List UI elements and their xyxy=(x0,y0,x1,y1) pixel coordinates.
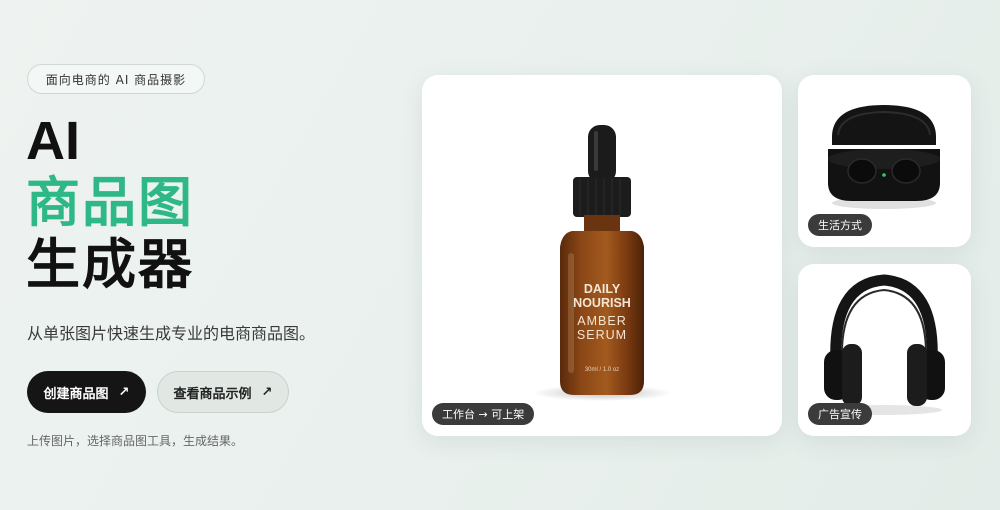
usage-hint: 上传图片，选择商品图工具，生成结果。 xyxy=(27,434,244,448)
bottle-label-daily: DAILY xyxy=(584,282,621,296)
hero-headline: AI 商品图 生成器 xyxy=(26,110,194,296)
create-button-label: 创建商品图 xyxy=(43,386,109,402)
headline-line-ai: AI xyxy=(26,111,80,171)
headline-line-generator: 生成器 xyxy=(26,233,194,296)
bottle-label-nourish: NOURISH xyxy=(573,296,631,310)
product-card-serum[interactable]: DAILY NOURISH AMBER SERUM 30ml / 1.0 oz … xyxy=(422,75,782,436)
lifestyle-badge: 生活方式 xyxy=(808,214,872,236)
hero-subtitle: 从单张图片快速生成专业的电商商品图。 xyxy=(27,324,316,343)
view-examples-label: 查看商品示例 xyxy=(173,386,252,402)
product-card-headphones[interactable]: 广告宣传 xyxy=(798,264,971,436)
arrow-up-right-icon: ↗ xyxy=(261,384,273,400)
headline-line-product-image: 商品图 xyxy=(26,171,194,234)
create-product-image-button[interactable]: 创建商品图 ↗ xyxy=(27,371,146,413)
product-card-earbuds[interactable]: 生活方式 xyxy=(798,75,971,247)
workbench-to-listing-badge: 工作台 → 可上架 xyxy=(432,403,535,425)
view-examples-button[interactable]: 查看商品示例 ↗ xyxy=(157,371,289,413)
advertising-badge: 广告宣传 xyxy=(808,403,872,425)
bottle-label-amber: AMBER xyxy=(577,314,626,328)
category-tag: 面向电商的 AI 商品摄影 xyxy=(27,64,205,94)
serum-bottle-image: DAILY NOURISH AMBER SERUM 30ml / 1.0 oz xyxy=(532,125,672,401)
arrow-up-right-icon: ↗ xyxy=(118,384,130,400)
bottle-label-volume: 30ml / 1.0 oz xyxy=(585,367,619,373)
bottle-label-serum: SERUM xyxy=(577,328,627,342)
